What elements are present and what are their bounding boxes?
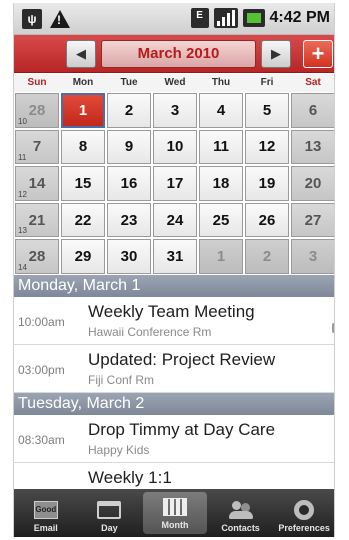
day-cell[interactable]: 17 — [153, 166, 197, 201]
day-cell[interactable]: 23 — [107, 202, 151, 238]
day-cell[interactable]: 30 — [107, 239, 151, 274]
weekday-label: Tue — [120, 77, 138, 88]
event-location: Hawaii Conference Rm — [88, 325, 212, 339]
day-cell[interactable]: 27 — [291, 202, 334, 238]
weekday-label: Thu — [211, 77, 231, 88]
day-cell[interactable]: 1 — [199, 239, 243, 274]
phone-screen: ψ ! E 4:42 PM ◀ March 2010 ▶ + Sun Mon T… — [13, 3, 335, 537]
event-time: 03:00pm — [18, 363, 65, 377]
agenda-event[interactable]: 03:00pm Updated: Project Review Fiji Con… — [14, 345, 334, 393]
arrow-right-icon: ▶ — [271, 46, 281, 61]
usb-icon: ψ — [22, 9, 42, 29]
weekday-label: Mon — [72, 77, 94, 88]
day-cell[interactable]: 19 — [245, 166, 289, 201]
clock: 4:42 PM — [269, 9, 330, 26]
agenda-day-header: Monday, March 1 — [14, 275, 334, 297]
month-header: ◀ March 2010 ▶ + — [14, 35, 334, 73]
day-cell[interactable]: 2 — [107, 93, 151, 128]
day-cell[interactable]: 13 — [291, 129, 334, 165]
day-cell[interactable]: 25 — [199, 202, 243, 238]
weekday-header: Sun Mon Tue Wed Thu Fri Sat — [14, 74, 334, 92]
day-cell[interactable]: 3 — [291, 239, 334, 274]
week-number: 11 — [18, 153, 27, 163]
tab-contacts[interactable]: Contacts — [209, 489, 273, 537]
event-title: Updated: Project Review — [88, 350, 276, 369]
day-cell[interactable]: 28 14 — [15, 239, 59, 274]
day-cell[interactable]: 15 — [61, 166, 105, 201]
month-grid: 28 10 1 2 3 4 5 6 7 11 8 9 10 11 12 13 14 1… — [14, 92, 334, 275]
day-cell[interactable]: 20 — [291, 166, 334, 201]
tab-email[interactable]: Good Email — [14, 489, 78, 537]
scroll-indicator — [332, 323, 334, 333]
battery-icon — [242, 9, 265, 27]
signal-icon — [213, 8, 238, 28]
day-cell[interactable]: 26 — [245, 202, 289, 238]
status-bar: ψ ! E 4:42 PM — [14, 3, 334, 35]
bottom-tab-bar: Good Email Day Month Contacts Preference… — [14, 489, 334, 537]
event-location: Happy Kids — [88, 443, 150, 457]
day-cell[interactable]: 24 — [153, 202, 197, 238]
day-cell-selected[interactable]: 1 — [61, 93, 105, 128]
tab-label: Day — [101, 523, 118, 533]
event-location: Fiji Conf Rm — [88, 373, 155, 387]
month-calendar-icon — [162, 498, 187, 516]
agenda-event[interactable]: Weekly 1:1 — [14, 463, 334, 489]
weekday-label: Wed — [164, 77, 186, 88]
day-cell[interactable]: 22 — [61, 202, 105, 238]
contacts-icon — [228, 501, 253, 519]
day-cell[interactable]: 9 — [107, 129, 151, 165]
day-cell[interactable]: 7 11 — [15, 129, 59, 165]
tab-label: Preferences — [278, 523, 330, 533]
tab-label: Month — [161, 520, 189, 530]
week-number: 13 — [18, 226, 27, 236]
day-cell[interactable]: 16 — [107, 166, 151, 201]
day-calendar-icon — [97, 501, 122, 519]
day-cell[interactable]: 31 — [153, 239, 197, 274]
event-title: Drop Timmy at Day Care — [88, 420, 276, 439]
tab-label: Email — [33, 523, 58, 533]
weekday-label: Sat — [305, 77, 321, 88]
tab-label: Contacts — [221, 523, 260, 533]
tab-day[interactable]: Day — [78, 489, 142, 537]
previous-month-button[interactable]: ◀ — [66, 40, 96, 68]
week-number: 12 — [18, 189, 27, 199]
agenda-event[interactable]: 10:00am Weekly Team Meeting Hawaii Confe… — [14, 297, 334, 345]
next-month-button[interactable]: ▶ — [261, 40, 291, 68]
event-title: Weekly Team Meeting — [88, 302, 255, 321]
day-cell[interactable]: 3 — [153, 93, 197, 128]
arrow-left-icon: ◀ — [76, 46, 86, 61]
day-cell[interactable]: 28 10 — [15, 93, 59, 128]
tab-month[interactable]: Month — [143, 492, 207, 534]
tab-preferences[interactable]: Preferences — [272, 489, 334, 537]
email-icon: Good — [33, 501, 58, 519]
day-cell[interactable]: 12 — [245, 129, 289, 165]
week-number: 10 — [18, 116, 27, 126]
warning-icon: ! — [50, 10, 70, 28]
day-cell[interactable]: 11 — [199, 129, 243, 165]
day-cell[interactable]: 5 — [245, 93, 289, 128]
day-cell[interactable]: 6 — [291, 93, 334, 128]
day-cell[interactable]: 21 13 — [15, 202, 59, 238]
day-cell[interactable]: 29 — [61, 239, 105, 274]
agenda-day-header: Tuesday, March 2 — [14, 393, 334, 415]
agenda-event[interactable]: 08:30am Drop Timmy at Day Care Happy Kid… — [14, 415, 334, 463]
event-time: 08:30am — [18, 433, 65, 447]
day-cell[interactable]: 14 12 — [15, 166, 59, 201]
day-cell[interactable]: 10 — [153, 129, 197, 165]
weekday-label: Fri — [260, 77, 274, 88]
day-cell[interactable]: 4 — [199, 93, 243, 128]
gear-icon — [294, 500, 315, 520]
week-number: 14 — [18, 262, 27, 272]
day-cell[interactable]: 2 — [245, 239, 289, 274]
day-cell[interactable]: 18 — [199, 166, 243, 201]
edge-data-icon: E — [190, 8, 209, 28]
event-title: Weekly 1:1 — [88, 468, 172, 487]
day-cell[interactable]: 8 — [61, 129, 105, 165]
agenda-list[interactable]: Monday, March 1 10:00am Weekly Team Meet… — [14, 275, 334, 489]
add-event-button[interactable]: + — [303, 40, 333, 68]
weekday-label: Sun — [27, 77, 47, 88]
event-time: 10:00am — [18, 315, 65, 329]
month-title[interactable]: March 2010 — [101, 40, 256, 68]
